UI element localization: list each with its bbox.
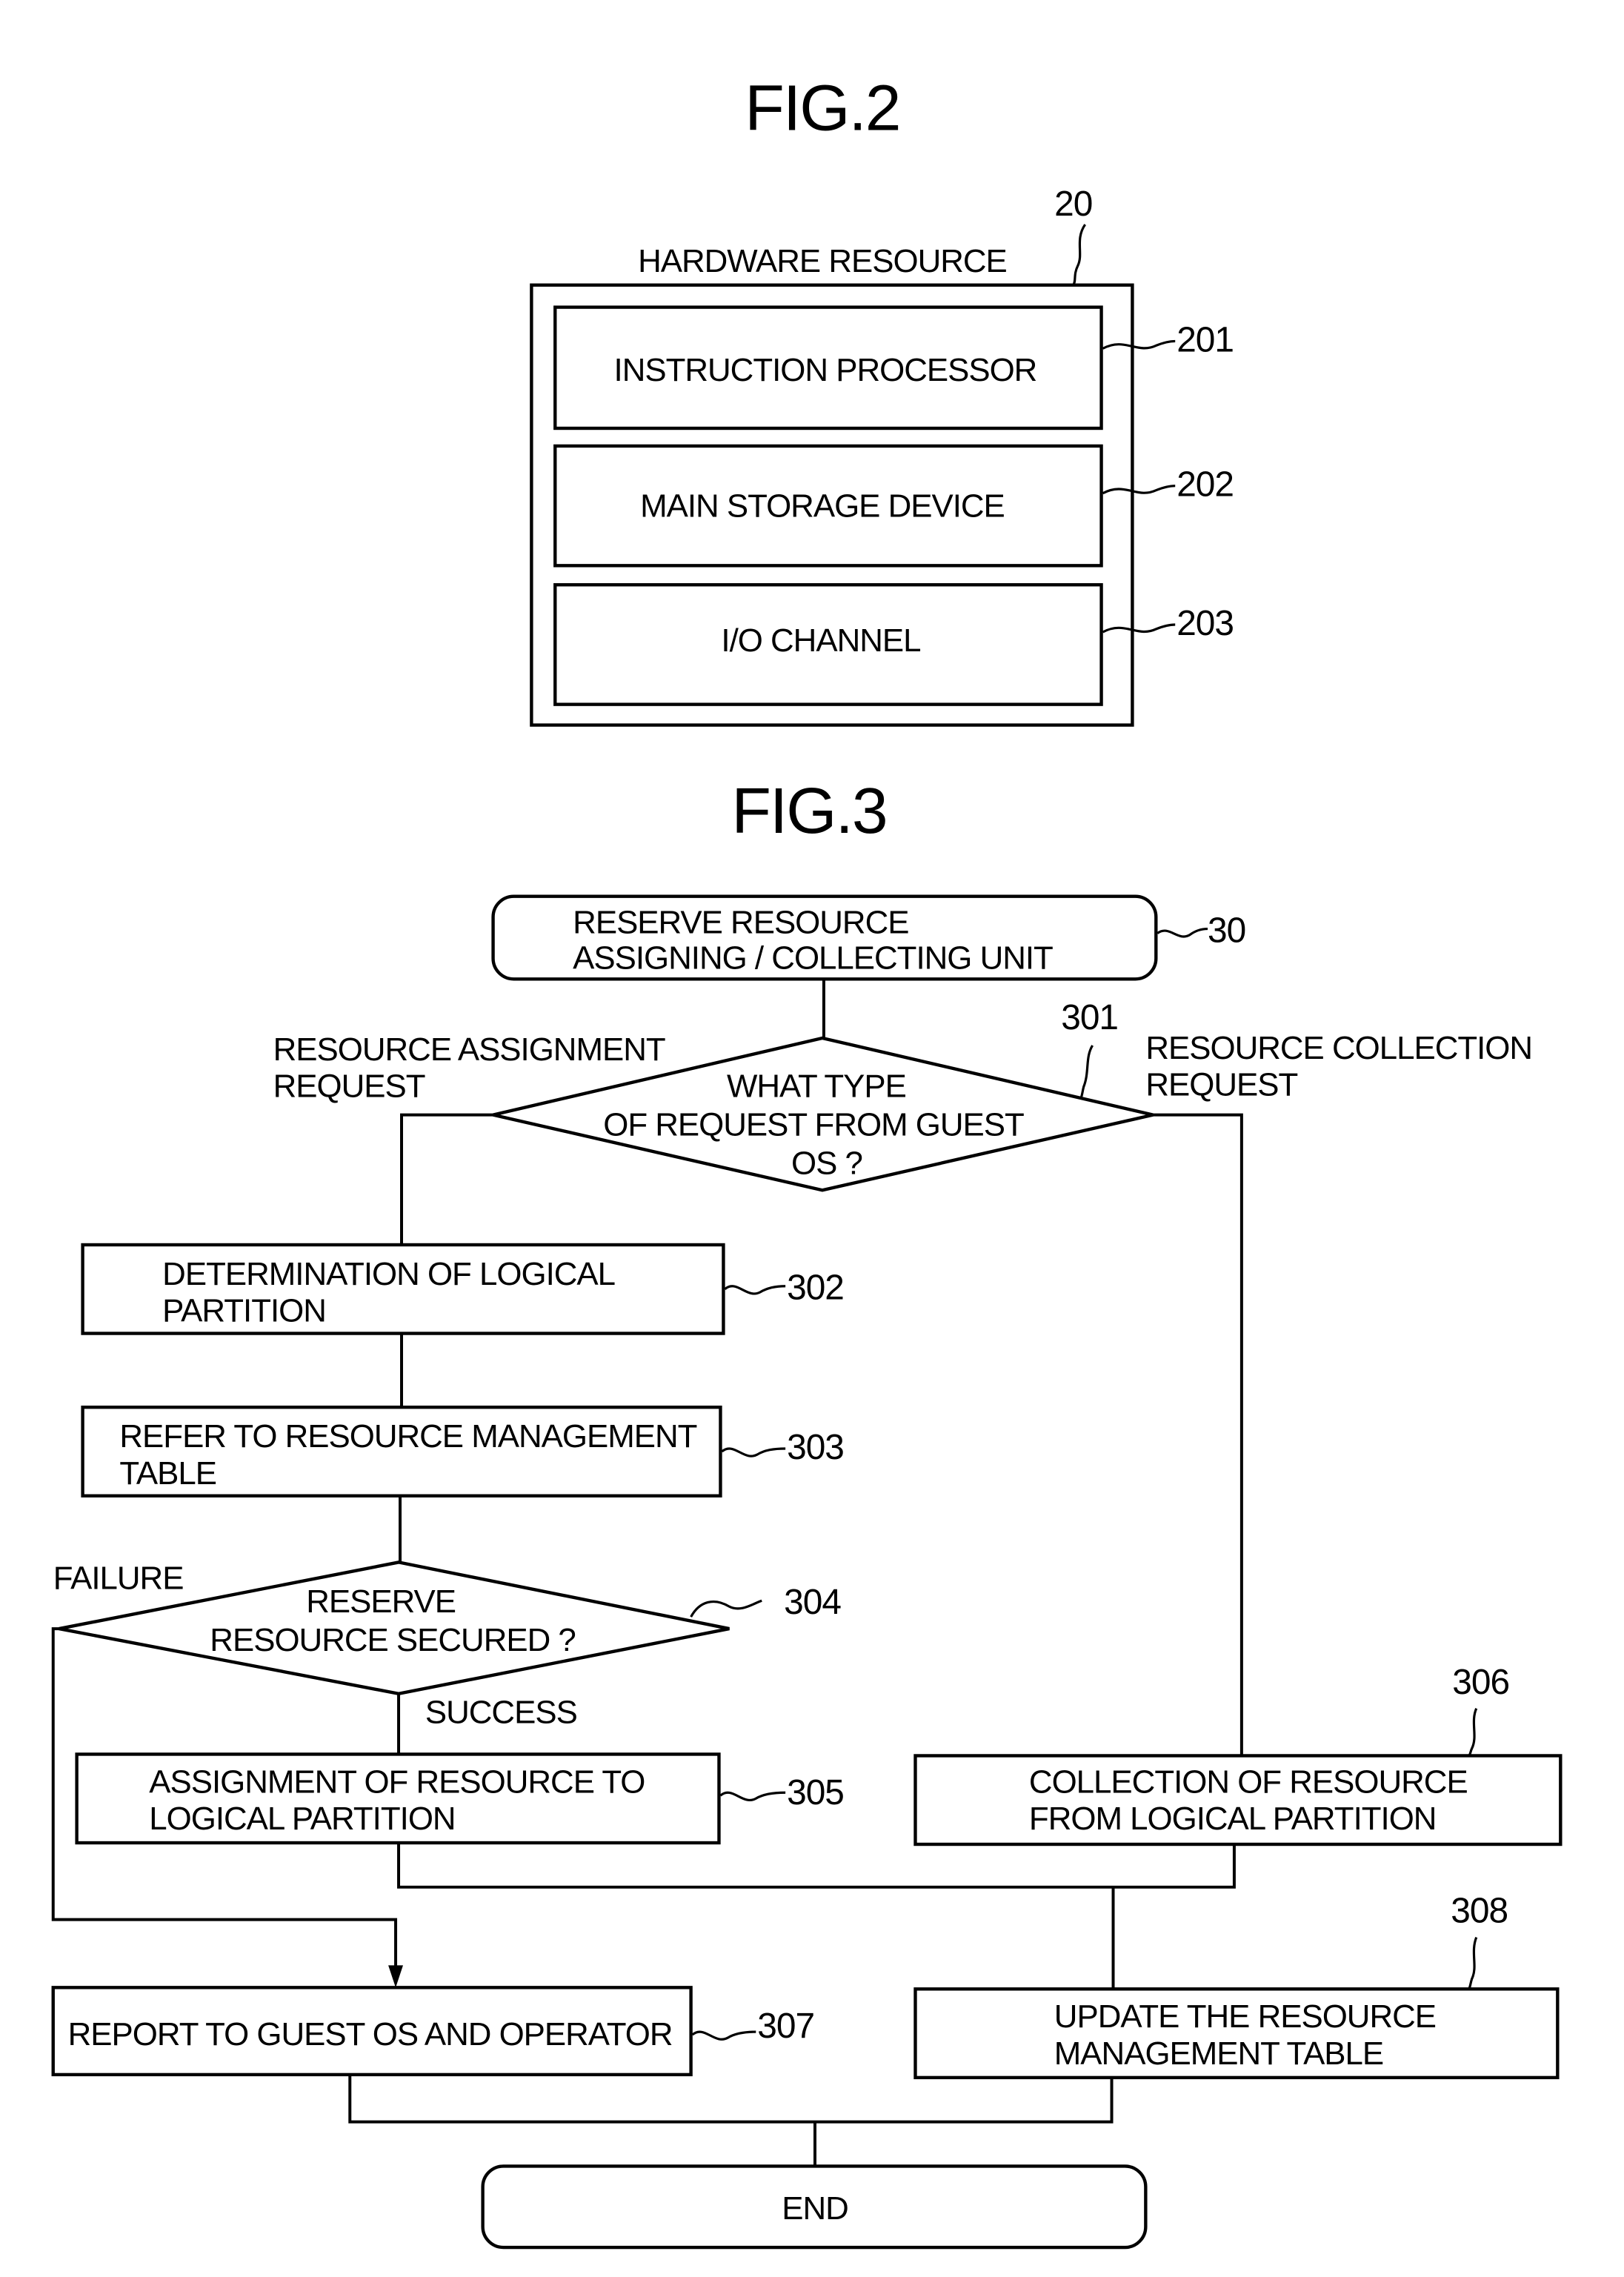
leader-305 — [719, 1791, 786, 1801]
ref-30: 30 — [1208, 911, 1245, 950]
leader-301 — [1079, 1045, 1094, 1100]
ref-202: 202 — [1177, 465, 1234, 505]
leader-306 — [1468, 1708, 1478, 1757]
step-307-line-1: REPORT TO GUEST OS AND OPERATOR — [68, 2016, 673, 2052]
ref-304: 304 — [784, 1583, 841, 1622]
leader-30 — [1157, 927, 1208, 938]
main-storage-device-label: MAIN STORAGE DEVICE — [640, 488, 1005, 525]
fig2: FIG.2 20 HARDWARE RESOURCE INSTRUCTION P… — [530, 71, 1234, 727]
step-303-line-2: TABLE — [119, 1455, 216, 1492]
patent-figures: FIG.2 20 HARDWARE RESOURCE INSTRUCTION P… — [51, 71, 1563, 2250]
step-306-line-1: COLLECTION OF RESOURCE — [1029, 1764, 1468, 1800]
leader-304 — [690, 1599, 762, 1618]
failure-label: FAILURE — [53, 1560, 184, 1596]
step-305-line-2: LOGICAL PARTITION — [149, 1801, 455, 1837]
connector-307-308-merge — [348, 2074, 1114, 2124]
ref-308: 308 — [1451, 1892, 1508, 1931]
ref-303: 303 — [787, 1428, 844, 1467]
ref-302: 302 — [787, 1269, 844, 1308]
instruction-processor-label: INSTRUCTION PROCESSOR — [614, 352, 1037, 388]
end-label: END — [782, 2190, 848, 2227]
leader-302 — [724, 1285, 786, 1295]
leader-303 — [721, 1447, 786, 1457]
leader-308 — [1468, 1936, 1478, 1990]
connector-305-merge — [397, 1843, 1236, 1889]
decision-304-line-2: RESOURCE SECURED ? — [210, 1622, 576, 1658]
branch-right-line-2: REQUEST — [1145, 1067, 1297, 1103]
io-channel-label: I/O CHANNEL — [721, 622, 920, 659]
step-308-line-1: UPDATE THE RESOURCE — [1054, 1998, 1436, 2035]
decision-301-line-1: WHAT TYPE — [727, 1068, 906, 1105]
ref-305: 305 — [787, 1773, 844, 1812]
branch-right-line-1: RESOURCE COLLECTION — [1145, 1030, 1532, 1066]
start-line-2: ASSIGNING / COLLECTING UNIT — [573, 940, 1053, 976]
ref-306: 306 — [1452, 1663, 1509, 1702]
step-308-line-2: MANAGEMENT TABLE — [1054, 2035, 1383, 2072]
step-302-line-2: PARTITION — [162, 1293, 326, 1329]
ref-301: 301 — [1061, 998, 1118, 1037]
branch-left-line-1: RESOURCE ASSIGNMENT — [273, 1031, 665, 1068]
decision-301-line-3: OS ? — [791, 1145, 862, 1181]
step-305-line-1: ASSIGNMENT OF RESOURCE TO — [149, 1764, 645, 1800]
ref-20: 20 — [1054, 185, 1092, 224]
fig2-title: FIG.2 — [745, 71, 899, 144]
step-306-line-2: FROM LOGICAL PARTITION — [1029, 1801, 1437, 1837]
branch-left-line-2: REQUEST — [273, 1068, 425, 1105]
start-line-1: RESERVE RESOURCE — [573, 905, 908, 941]
decision-301-line-2: OF REQUEST FROM GUEST — [603, 1107, 1024, 1143]
step-302-line-1: DETERMINATION OF LOGICAL — [162, 1256, 615, 1292]
connector-301-302 — [400, 1113, 493, 1245]
decision-304-line-1: RESERVE — [306, 1583, 456, 1620]
fig3: FIG.3 RESERVE RESOURCE ASSIGNING / COLLE… — [51, 774, 1563, 2250]
arrowhead-307 — [388, 1965, 404, 1988]
leader-20 — [1072, 224, 1087, 286]
fig3-title: FIG.3 — [731, 774, 886, 847]
step-303-line-1: REFER TO RESOURCE MANAGEMENT — [119, 1418, 696, 1455]
ref-307: 307 — [757, 2007, 814, 2046]
success-label: SUCCESS — [425, 1695, 577, 1731]
ref-201: 201 — [1177, 320, 1234, 359]
leader-307 — [691, 2030, 756, 2041]
hardware-resource-label: HARDWARE RESOURCE — [638, 243, 1007, 279]
ref-203: 203 — [1177, 604, 1234, 643]
connector-301-306 — [1153, 1113, 1243, 1756]
